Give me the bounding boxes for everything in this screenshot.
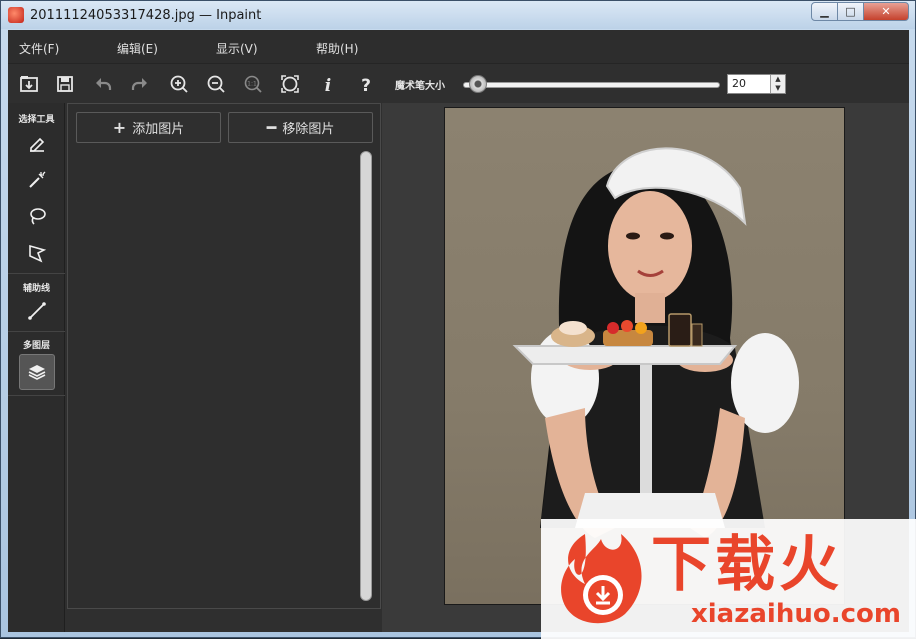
app-icon — [8, 7, 24, 23]
undo-icon — [96, 78, 112, 90]
marker-icon — [30, 137, 45, 152]
brush-size-slider[interactable] — [463, 82, 720, 88]
remove-image-label: 移除图片 — [282, 122, 335, 137]
site-watermark: 下载火 xiazaihuo.com — [541, 519, 916, 639]
fit-window-icon — [281, 75, 299, 93]
remove-image-button[interactable]: ━ 移除图片 — [228, 112, 373, 143]
minus-icon: ━ — [266, 118, 277, 137]
zoom-in-icon — [170, 75, 188, 93]
actual-size-button[interactable]: 1:1 — [240, 71, 266, 97]
layers-label: 多图层 — [22, 341, 50, 351]
redo-button[interactable] — [127, 71, 153, 97]
magic-wand-tool[interactable] — [22, 165, 52, 195]
layers-tool[interactable] — [19, 354, 55, 390]
watermark-chinese: 下载火 — [651, 530, 843, 600]
svg-text:i: i — [325, 76, 331, 94]
window-title: 20111124053317428.jpg — Inpaint — [30, 7, 262, 23]
menu-edit[interactable]: 编辑(E) — [117, 40, 158, 57]
fit-window-button[interactable] — [277, 71, 303, 97]
save-icon — [57, 76, 73, 92]
actual-size-icon: 1:1 — [244, 75, 262, 93]
minimize-button[interactable]: ▁ — [811, 2, 838, 21]
brush-size-value: 20 — [732, 77, 746, 90]
guide-line-icon — [28, 302, 46, 320]
close-button[interactable]: ✕ — [863, 2, 909, 21]
guides-label: 辅助线 — [22, 284, 50, 294]
help-icon: ? — [361, 76, 371, 94]
brush-size-input[interactable]: 20 ▲ ▼ — [727, 74, 786, 94]
sidebar-divider — [8, 331, 65, 332]
sidebar-divider — [8, 273, 65, 274]
menu-bar: 文件(F) 编辑(E) 显示(V) 帮助(H) — [8, 30, 909, 64]
open-button[interactable] — [16, 71, 42, 97]
sidebar-divider — [8, 395, 65, 396]
app-window: 20111124053317428.jpg — Inpaint ▁ □ ✕ 文件… — [0, 0, 916, 639]
polygon-lasso-tool[interactable] — [22, 238, 52, 268]
polygon-lasso-icon — [29, 244, 47, 263]
save-button[interactable] — [52, 71, 78, 97]
guide-line-tool[interactable] — [22, 296, 52, 326]
brush-size-stepper[interactable]: ▲ ▼ — [770, 75, 785, 93]
zoom-out-button[interactable] — [203, 71, 229, 97]
magic-wand-icon — [29, 171, 46, 188]
plus-icon: + — [112, 118, 127, 137]
svg-text:?: ? — [361, 76, 371, 94]
image-list-scrollbar[interactable] — [360, 151, 372, 601]
lasso-icon — [30, 208, 46, 225]
marker-tool[interactable] — [22, 128, 52, 158]
zoom-out-icon — [207, 75, 225, 93]
redo-icon — [131, 78, 147, 90]
menu-file[interactable]: 文件(F) — [19, 40, 59, 57]
brush-size-label: 魔术笔大小 — [395, 81, 445, 92]
image-list-panel: + 添加图片 ━ 移除图片 — [67, 103, 381, 609]
info-icon: i — [325, 76, 331, 94]
toolbar: 1:1 i ? 魔术笔大小 20 ▲ ▼ — [8, 65, 909, 102]
help-button[interactable]: ? — [353, 71, 379, 97]
select-tools-label: 选择工具 — [18, 115, 55, 125]
window-controls: ▁ □ ✕ — [811, 2, 909, 21]
brush-size-slider-knob[interactable] — [469, 75, 488, 93]
tools-sidebar: 选择工具 辅助线 多图层 — [8, 103, 65, 632]
zoom-in-button[interactable] — [166, 71, 192, 97]
watermark-url: xiazaihuo.com — [691, 599, 901, 629]
title-bar[interactable]: 20111124053317428.jpg — Inpaint ▁ □ ✕ — [1, 1, 915, 29]
menu-view[interactable]: 显示(V) — [216, 40, 258, 57]
maximize-button[interactable]: □ — [837, 2, 864, 21]
watermark-logo — [561, 534, 642, 624]
add-image-label: 添加图片 — [132, 122, 185, 137]
open-icon — [20, 76, 38, 92]
layers-icon — [28, 365, 46, 380]
menu-help[interactable]: 帮助(H) — [316, 40, 358, 57]
lasso-tool[interactable] — [22, 201, 52, 231]
add-image-button[interactable]: + 添加图片 — [76, 112, 221, 143]
info-button[interactable]: i — [315, 71, 341, 97]
svg-text:1:1: 1:1 — [247, 81, 257, 88]
undo-button[interactable] — [90, 71, 116, 97]
